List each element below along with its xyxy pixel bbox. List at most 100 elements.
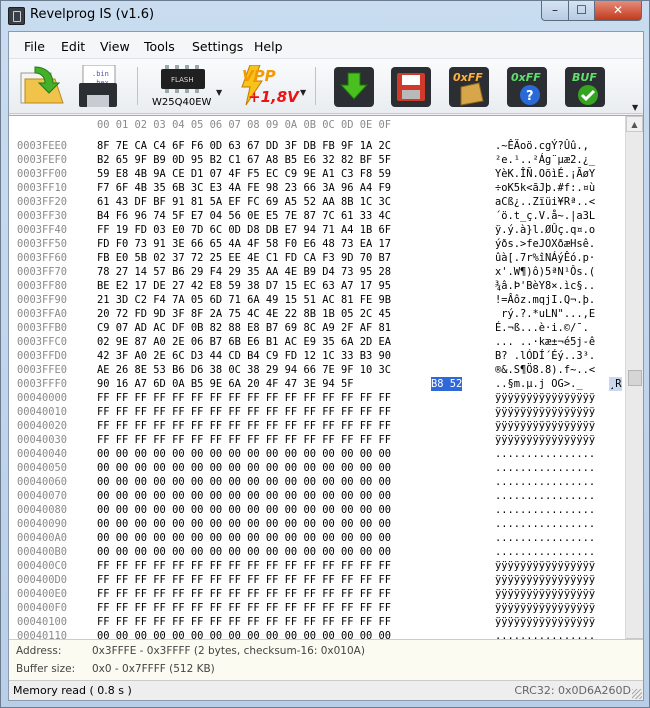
row-ascii[interactable]: ÿÿÿÿÿÿÿÿÿÿÿÿÿÿÿÿ	[495, 433, 595, 447]
row-ascii[interactable]: ®&.S¶Ö8.8).f~..<	[495, 363, 595, 377]
row-bytes[interactable]: 00 00 00 00 00 00 00 00 00 00 00 00 00 0…	[97, 489, 391, 503]
row-ascii[interactable]: YèK.ÎÑ.OõìÉ.¡ÃøY	[495, 167, 595, 181]
row-bytes[interactable]: 8F 7E CA C4 6F F6 0D 63 67 DD 3F DB FB 9…	[97, 139, 391, 153]
row-ascii[interactable]: É.­¬ß...è·i.©/¯.	[495, 321, 589, 335]
read-button[interactable]	[332, 65, 374, 107]
open-file-button[interactable]	[19, 65, 64, 107]
row-ascii[interactable]: x'.W¶)ô)5ªN¹Ôs.(	[495, 265, 595, 279]
row-ascii[interactable]: ................	[495, 531, 595, 545]
row-bytes[interactable]: 00 00 00 00 00 00 00 00 00 00 00 00 00 0…	[97, 461, 391, 475]
row-bytes[interactable]: 00 00 00 00 00 00 00 00 00 00 00 00 00 0…	[97, 531, 391, 545]
row-ascii[interactable]: B? .lÓDÍ´Éý..3³.	[495, 349, 595, 363]
row-bytes[interactable]: B2 65 9F B9 0D 95 B2 C1 67 A8 B5 E6 32 8…	[97, 153, 391, 167]
row-bytes[interactable]: FF FF FF FF FF FF FF FF FF FF FF FF FF F…	[97, 587, 391, 601]
row-ascii[interactable]: ÿ.ý.à}l.ØÛç.q¤.o	[495, 223, 595, 237]
row-ascii[interactable]: ÿÿÿÿÿÿÿÿÿÿÿÿÿÿÿÿ	[495, 391, 595, 405]
scroll-thumb[interactable]	[628, 370, 642, 386]
row-bytes[interactable]: FF FF FF FF FF FF FF FF FF FF FF FF FF F…	[97, 419, 391, 433]
row-ascii[interactable]: ................	[495, 475, 595, 489]
row-bytes[interactable]: FF FF FF FF FF FF FF FF FF FF FF FF FF F…	[97, 405, 391, 419]
row-ascii[interactable]: ²e.¹..²Ág¨µæ2.¿_	[495, 153, 595, 167]
scroll-up-icon[interactable]: ▲	[626, 116, 643, 132]
row-bytes[interactable]: 21 3D C2 F4 7A 05 6D 71 6A 49 15 51 AC 8…	[97, 293, 391, 307]
address-label: Address:	[16, 645, 62, 657]
row-bytes[interactable]: 59 E8 4B 9A CE D1 07 4F F5 EC C9 9E A1 C…	[97, 167, 391, 181]
buffer-verify-button[interactable]: BUF	[563, 65, 605, 107]
row-ascii[interactable]: ................	[495, 545, 595, 559]
row-ascii[interactable]: ÿÿÿÿÿÿÿÿÿÿÿÿÿÿÿÿ	[495, 615, 595, 629]
selected-ascii[interactable]: ¸R	[609, 377, 622, 391]
row-ascii[interactable]: ¾â.Þ'BèY8×.ìc§..	[495, 279, 595, 293]
chip-dropdown-icon[interactable]: ▼	[216, 88, 222, 97]
row-bytes[interactable]: F7 6F 4B 35 6B 3C E3 4A FE 98 23 66 3A 9…	[97, 181, 391, 195]
row-ascii[interactable]: ÿÿÿÿÿÿÿÿÿÿÿÿÿÿÿÿ	[495, 587, 595, 601]
row-bytes[interactable]: 90 16 A7 6D 0A B5 9E 6A 20 4F 47 3E 94 5…	[97, 377, 360, 391]
row-ascii[interactable]: ÿÿÿÿÿÿÿÿÿÿÿÿÿÿÿÿ	[495, 601, 595, 615]
menu-settings[interactable]: Settings	[192, 39, 243, 54]
row-ascii[interactable]: ..§m.µ.j OG>._	[495, 377, 583, 391]
row-ascii[interactable]: ... ..·kæ±¬é5j-ê	[495, 335, 595, 349]
close-button[interactable]: ✕	[594, 1, 642, 21]
row-bytes[interactable]: 00 00 00 00 00 00 00 00 00 00 00 00 00 0…	[97, 517, 391, 531]
row-bytes[interactable]: FF FF FF FF FF FF FF FF FF FF FF FF FF F…	[97, 559, 391, 573]
row-bytes[interactable]: 00 00 00 00 00 00 00 00 00 00 00 00 00 0…	[97, 545, 391, 559]
minimize-button[interactable]: –	[541, 1, 569, 21]
row-bytes[interactable]: 78 27 14 57 B6 29 F4 29 35 AA 4E B9 D4 7…	[97, 265, 391, 279]
row-ascii[interactable]: ................	[495, 447, 595, 461]
info-panel: Address: 0x3FFFE - 0x3FFFF (2 bytes, che…	[9, 639, 643, 681]
row-ascii[interactable]: ÿÿÿÿÿÿÿÿÿÿÿÿÿÿÿÿ	[495, 405, 595, 419]
menu-file[interactable]: File	[24, 39, 45, 54]
row-bytes[interactable]: FF FF FF FF FF FF FF FF FF FF FF FF FF F…	[97, 573, 391, 587]
erase-button[interactable]: 0xFF	[447, 65, 489, 107]
row-ascii[interactable]: ýðs.>feJOXðæHsê.	[495, 237, 595, 251]
menu-help[interactable]: Help	[254, 39, 283, 54]
row-bytes[interactable]: B4 F6 96 74 5F E7 04 56 0E E5 7E 87 7C 6…	[97, 209, 391, 223]
row-ascii[interactable]: ÷oK5k<ãJþ.#f:.¤ù	[495, 181, 595, 195]
row-bytes[interactable]: FF FF FF FF FF FF FF FF FF FF FF FF FF F…	[97, 391, 391, 405]
row-bytes[interactable]: 20 72 FD 9D 3F 8F 2A 75 4C 4E 22 8B 1B 0…	[97, 307, 391, 321]
row-ascii[interactable]: ................	[495, 517, 595, 531]
row-ascii[interactable]: ÿÿÿÿÿÿÿÿÿÿÿÿÿÿÿÿ	[495, 559, 595, 573]
row-bytes[interactable]: FF FF FF FF FF FF FF FF FF FF FF FF FF F…	[97, 615, 391, 629]
row-bytes[interactable]: 00 00 00 00 00 00 00 00 00 00 00 00 00 0…	[97, 503, 391, 517]
row-ascii[interactable]: .~ÊÄoö.cgÝ?Ûû.,	[495, 139, 589, 153]
chip-select-button[interactable]: FLASH W25Q40EW	[152, 65, 225, 108]
row-ascii[interactable]: ................	[495, 489, 595, 503]
resize-grip[interactable]	[632, 689, 642, 699]
row-bytes[interactable]: 02 9E 87 A0 2E 06 B7 6B E6 B1 AC E9 35 6…	[97, 335, 391, 349]
menu-tools[interactable]: Tools	[144, 39, 175, 54]
row-bytes[interactable]: 00 00 00 00 00 00 00 00 00 00 00 00 00 0…	[97, 447, 391, 461]
row-ascii[interactable]: ................	[495, 503, 595, 517]
row-ascii[interactable]: !=Âôz.mqjI.Q¬.þ.	[495, 293, 595, 307]
row-ascii[interactable]: aCß¿..Zïüi¥Rª..<	[495, 195, 595, 209]
row-ascii[interactable]: rý.?.*uLN"...,E	[495, 307, 595, 321]
row-bytes[interactable]: AE 26 8E 53 B6 D6 38 0C 38 29 94 66 7E 9…	[97, 363, 391, 377]
row-ascii[interactable]: ................	[495, 461, 595, 475]
row-ascii[interactable]: ÿÿÿÿÿÿÿÿÿÿÿÿÿÿÿÿ	[495, 573, 595, 587]
row-bytes[interactable]: C9 07 AD AC DF 0B 82 88 E8 B7 69 8C A9 2…	[97, 321, 391, 335]
row-bytes[interactable]: 42 3F A0 2E 6C D3 44 CD B4 C9 FD 12 1C 3…	[97, 349, 391, 363]
row-ascii[interactable]: ÿÿÿÿÿÿÿÿÿÿÿÿÿÿÿÿ	[495, 419, 595, 433]
row-bytes[interactable]: FB E0 5B 02 37 72 25 EE 4E C1 FD CA F3 9…	[97, 251, 391, 265]
maximize-button[interactable]: ☐	[568, 1, 595, 21]
row-ascii[interactable]: ´ö.t_ç.V.å~.|a3L	[495, 209, 595, 223]
vpp-button[interactable]: VPP +1,8V	[236, 64, 300, 107]
selected-bytes[interactable]: B8 52	[431, 377, 463, 391]
write-button[interactable]	[389, 65, 431, 107]
menu-view[interactable]: View	[100, 39, 130, 54]
row-bytes[interactable]: FF FF FF FF FF FF FF FF FF FF FF FF FF F…	[97, 601, 391, 615]
save-file-button[interactable]: .bin .hex	[77, 64, 119, 107]
row-bytes[interactable]: FF 19 FD 03 E0 7D 6C 0D D8 DB E7 94 71 A…	[97, 223, 391, 237]
blank-check-button[interactable]: 0xFF ?	[505, 65, 547, 107]
toolbar-overflow-icon[interactable]: ▼	[632, 103, 638, 112]
vpp-dropdown-icon[interactable]: ▼	[300, 88, 306, 97]
vertical-scrollbar[interactable]: ▲ ▼	[625, 116, 643, 654]
row-ascii[interactable]: ûà[.7r%îNÁýÊó.p·	[495, 251, 595, 265]
row-bytes[interactable]: 00 00 00 00 00 00 00 00 00 00 00 00 00 0…	[97, 475, 391, 489]
row-bytes[interactable]: FD F0 73 91 3E 66 65 4A 4F 58 F0 E6 48 7…	[97, 237, 391, 251]
row-bytes[interactable]: 61 43 DF BF 91 81 5A EF FC 69 A5 52 AA 8…	[97, 195, 391, 209]
row-bytes[interactable]: FF FF FF FF FF FF FF FF FF FF FF FF FF F…	[97, 433, 391, 447]
row-bytes[interactable]: BE E2 17 DE 27 42 E8 59 38 D7 15 EC 63 A…	[97, 279, 391, 293]
menu-edit[interactable]: Edit	[61, 39, 85, 54]
hex-editor[interactable]: 00 01 02 03 04 05 06 07 08 09 0A 0B 0C 0…	[9, 115, 643, 654]
